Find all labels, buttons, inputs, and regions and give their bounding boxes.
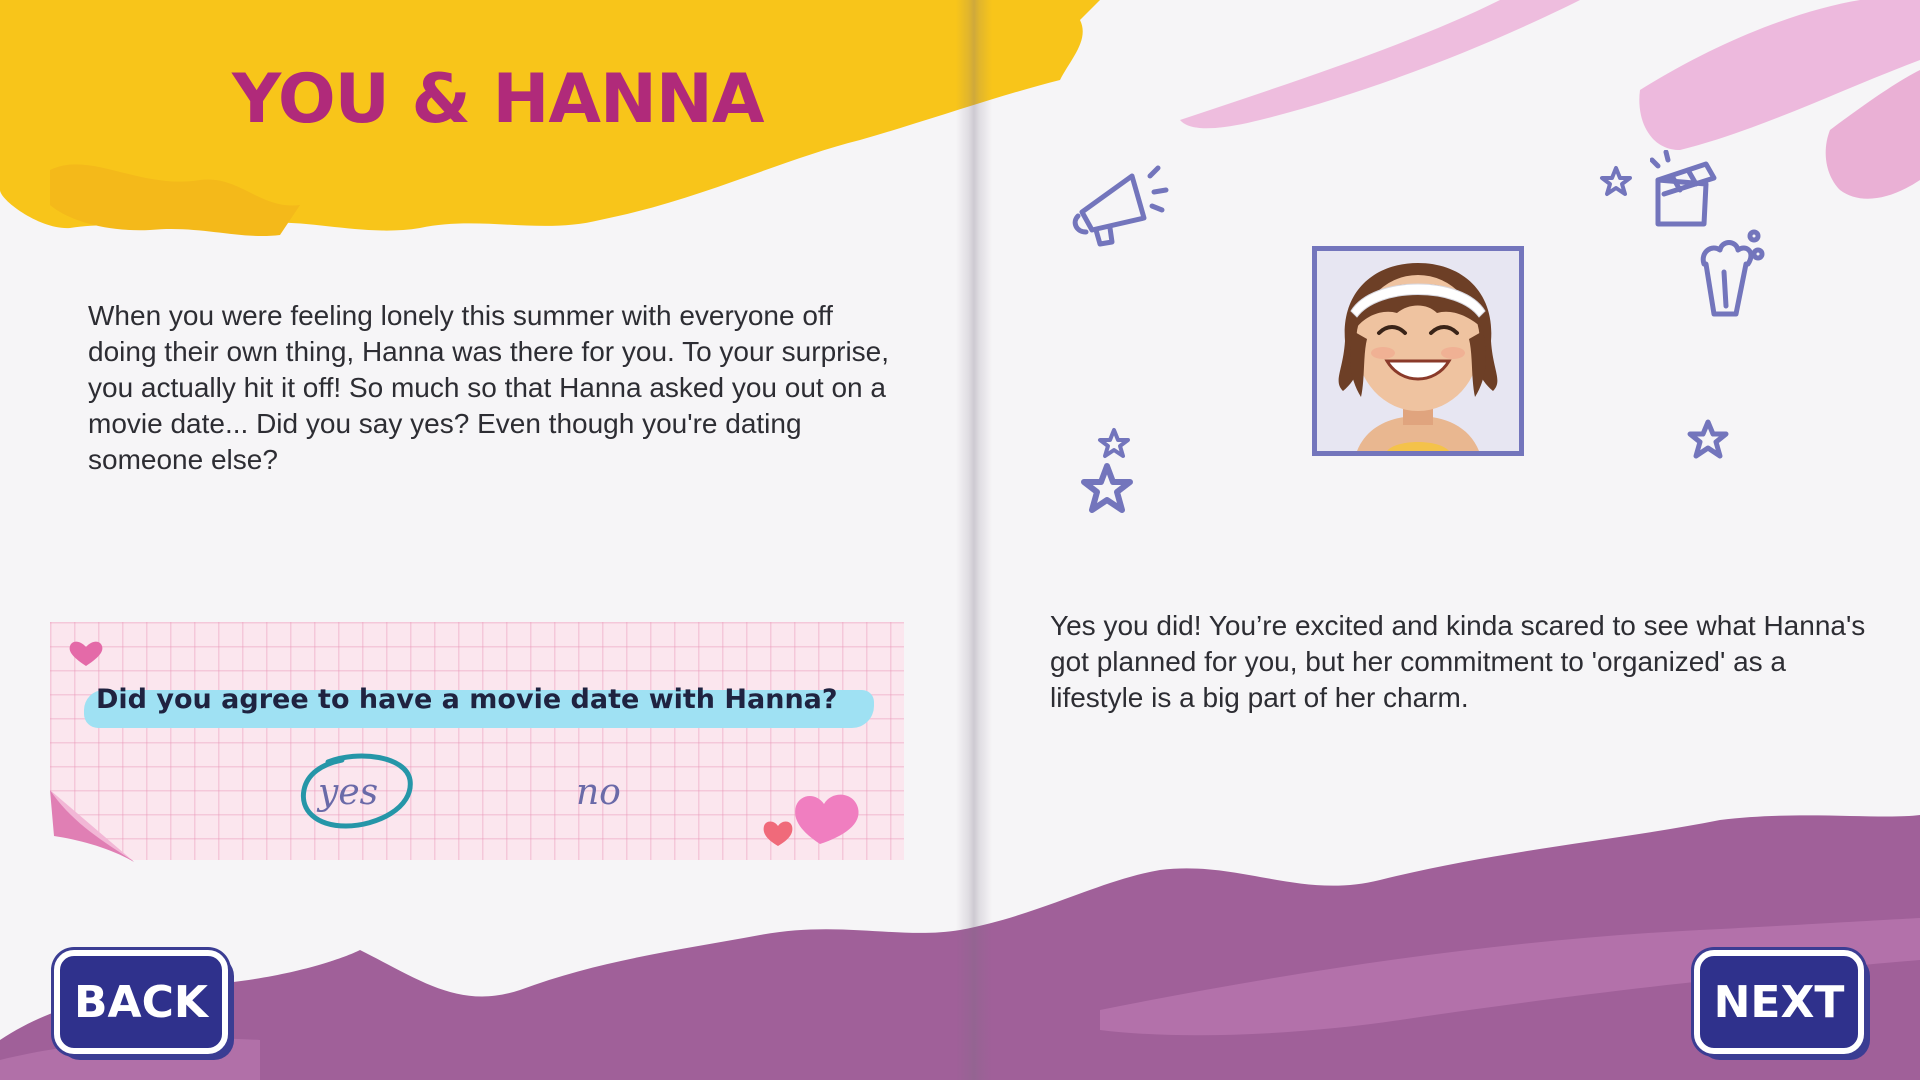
- hanna-avatar: [1317, 251, 1519, 451]
- option-yes[interactable]: yes: [318, 772, 378, 813]
- hearts-icon: [763, 794, 859, 846]
- pink-brush-stroke: [1180, 0, 1580, 129]
- page-title: YOU & HANNA: [232, 60, 764, 139]
- megaphone-icon: [1072, 165, 1169, 247]
- hanna-portrait: [1312, 246, 1524, 456]
- back-button[interactable]: BACK: [54, 950, 228, 1054]
- clapperboard-icon: [1650, 150, 1717, 227]
- book-spine: [956, 0, 992, 1080]
- popcorn-icon: [1700, 229, 1765, 317]
- option-no[interactable]: no: [576, 772, 621, 813]
- star-icon: [1687, 419, 1729, 459]
- question-text: Did you agree to have a movie date with …: [96, 684, 838, 715]
- result-text: Yes you did! You’re excited and kinda sc…: [1050, 610, 1866, 713]
- star-icon: [1600, 166, 1632, 196]
- next-button[interactable]: NEXT: [1694, 950, 1864, 1054]
- small-heart-icon: [69, 641, 103, 666]
- star-icon: [1081, 463, 1133, 513]
- story-text: When you were feeling lonely this summer…: [88, 300, 890, 475]
- star-icon: [1098, 428, 1130, 458]
- note-curl-corner: [50, 790, 134, 862]
